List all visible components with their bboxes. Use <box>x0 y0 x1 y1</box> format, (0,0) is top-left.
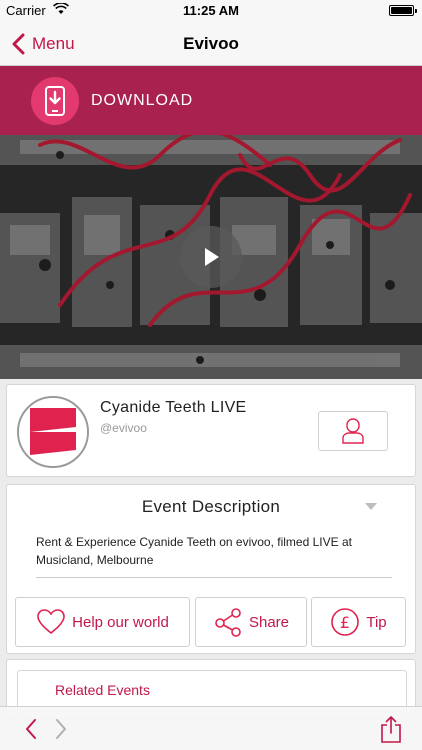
battery-icon <box>389 5 417 16</box>
chevron-right-icon[interactable] <box>52 717 70 741</box>
navigation-bar: Menu Evivoo <box>0 22 422 66</box>
download-banner[interactable]: DOWNLOAD <box>0 66 422 135</box>
share-label: Share <box>248 613 290 631</box>
event-title: Event Description <box>141 497 281 516</box>
profile-card: Cyanide Teeth LIVE @evivoo <box>6 384 416 477</box>
svg-text:£: £ <box>340 613 350 632</box>
status-bar: Carrier 11:25 AM <box>0 0 422 22</box>
play-icon <box>205 248 219 266</box>
help-our-world-label: Help our world <box>72 613 169 631</box>
share-button[interactable]: Share <box>195 597 307 647</box>
chevron-left-icon[interactable] <box>22 717 40 741</box>
profile-name: Cyanide Teeth LIVE <box>100 399 247 416</box>
related-events-link[interactable]: Related Events <box>55 682 150 698</box>
page-title: Evivoo <box>183 34 239 53</box>
upload-icon[interactable] <box>380 715 402 743</box>
tip-label: Tip <box>366 613 387 631</box>
follow-button[interactable] <box>318 411 388 451</box>
chevron-down-icon[interactable] <box>365 503 377 511</box>
divider <box>36 577 392 578</box>
help-our-world-button[interactable]: Help our world <box>15 597 190 647</box>
evivoo-logo <box>19 398 87 466</box>
profile-handle: @evivoo <box>100 421 147 435</box>
avatar[interactable] <box>17 396 89 468</box>
user-icon <box>342 418 364 444</box>
status-time: 11:25 AM <box>183 3 239 18</box>
bottom-toolbar <box>0 706 422 750</box>
download-label: DOWNLOAD <box>91 91 194 109</box>
tip-button[interactable]: £ Tip <box>311 597 406 647</box>
pound-icon: £ <box>331 608 360 636</box>
event-description: Rent & Experience Cyanide Teeth on evivo… <box>36 535 352 567</box>
share-icon <box>215 608 241 637</box>
play-button[interactable] <box>180 226 242 288</box>
phone-download-icon <box>31 76 79 125</box>
heart-icon <box>37 609 65 635</box>
video-player[interactable] <box>0 135 422 379</box>
